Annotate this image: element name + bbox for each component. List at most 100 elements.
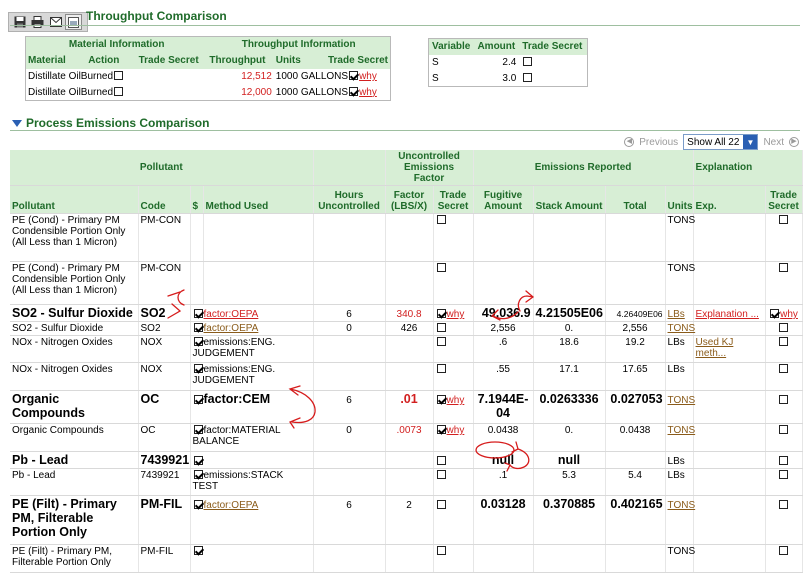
trade-secret-checkbox[interactable] bbox=[770, 309, 780, 318]
dollar-checkbox[interactable] bbox=[193, 364, 203, 373]
why-link[interactable]: why bbox=[447, 425, 465, 436]
save-icon[interactable] bbox=[11, 14, 28, 30]
print-icon[interactable] bbox=[29, 14, 46, 30]
dollar-checkbox[interactable] bbox=[193, 323, 203, 332]
units-link[interactable]: LBs bbox=[668, 309, 685, 320]
pollutant-cell: PE (Filt) - Primary PM, Filterable Porti… bbox=[10, 495, 139, 545]
dollar-checkbox[interactable] bbox=[193, 337, 203, 346]
throughput-title-text: Throughput Comparison bbox=[86, 9, 227, 23]
col-stack: Stack Amount bbox=[533, 185, 606, 214]
units-cell: 1000 GALLONS bbox=[275, 86, 349, 98]
trade-secret-checkbox[interactable] bbox=[779, 337, 789, 346]
next-button[interactable]: Next bbox=[763, 137, 784, 148]
table-row: PE (Filt) - Primary PM, Filterable Porti… bbox=[10, 544, 803, 573]
units-link[interactable]: TONS bbox=[668, 500, 696, 511]
units-link[interactable]: TONS bbox=[668, 323, 696, 334]
fugitive-cell: null bbox=[473, 451, 534, 469]
method-link[interactable]: factor:OEPA bbox=[204, 323, 259, 334]
trade-secret-checkbox[interactable] bbox=[779, 364, 789, 373]
pollutant-cell: NOx - Nitrogen Oxides bbox=[10, 362, 139, 391]
method-link[interactable]: factor:OEPA bbox=[204, 500, 259, 511]
next-arrow-icon[interactable]: ▶ bbox=[789, 137, 799, 147]
hours-cell: 6 bbox=[346, 500, 352, 511]
trade-secret-checkbox[interactable] bbox=[779, 215, 789, 224]
material-cell: Distillate Oil bbox=[28, 86, 81, 98]
dollar-checkbox[interactable] bbox=[193, 309, 203, 318]
stack-cell: 17.1 bbox=[533, 362, 606, 391]
col-trade-secret-2: Trade Secret bbox=[765, 185, 803, 214]
fugitive-cell: 2,556 bbox=[473, 321, 534, 336]
units-cell: LBs bbox=[665, 335, 694, 363]
method-link[interactable]: factor:OEPA bbox=[204, 309, 259, 320]
trade-secret-checkbox[interactable] bbox=[523, 57, 533, 66]
export-icon[interactable] bbox=[65, 14, 82, 30]
trade-secret-checkbox[interactable] bbox=[436, 215, 446, 224]
trade-secret-checkbox[interactable] bbox=[779, 323, 789, 332]
pollutant-cell: Pb - Lead bbox=[10, 451, 139, 469]
trade-secret-checkbox[interactable] bbox=[114, 71, 124, 80]
trade-secret-checkbox[interactable] bbox=[349, 71, 359, 80]
trade-secret-checkbox[interactable] bbox=[779, 425, 789, 434]
trade-secret-checkbox[interactable] bbox=[779, 263, 789, 272]
amount-cell: 2.4 bbox=[502, 57, 517, 68]
units-cell: TONS bbox=[665, 261, 695, 305]
trade-secret-checkbox[interactable] bbox=[523, 72, 533, 82]
dollar-checkbox[interactable] bbox=[193, 500, 203, 509]
trade-secret-checkbox[interactable] bbox=[779, 500, 789, 509]
emissions-title[interactable]: Process Emissions Comparison bbox=[12, 116, 209, 130]
col-trade-secret-2: Trade Secret bbox=[309, 52, 391, 69]
col-variable: Variable bbox=[428, 38, 475, 55]
units-cell: LBs bbox=[665, 362, 694, 391]
why-link[interactable]: why bbox=[447, 309, 465, 320]
collapse-triangle-icon[interactable] bbox=[12, 119, 22, 127]
trade-secret-checkbox[interactable] bbox=[436, 500, 446, 509]
trade-secret-checkbox[interactable] bbox=[349, 86, 359, 96]
method-cell: factor:CEM bbox=[203, 392, 271, 406]
explanation-link[interactable]: Used KJ meth... bbox=[696, 337, 734, 359]
fugitive-cell: 7.1944E-04 bbox=[473, 390, 534, 424]
previous-arrow-icon[interactable]: ◀ bbox=[624, 137, 635, 147]
stack-cell: 0. bbox=[533, 423, 606, 452]
table-row: Organic Compounds OC factor:CEM 6 .01 wh… bbox=[10, 390, 803, 424]
units-link[interactable]: TONS bbox=[668, 425, 696, 436]
trade-secret-checkbox[interactable] bbox=[436, 309, 446, 318]
trade-secret-checkbox[interactable] bbox=[436, 456, 446, 465]
trade-secret-checkbox[interactable] bbox=[436, 323, 446, 332]
material-cell: Distillate Oil bbox=[28, 71, 81, 82]
total-cell: 2,556 bbox=[605, 321, 666, 336]
throughput-value: 12,512 bbox=[241, 71, 272, 82]
chevron-down-icon[interactable]: ▼ bbox=[743, 135, 758, 149]
previous-button[interactable]: Previous bbox=[639, 137, 678, 148]
dollar-checkbox[interactable] bbox=[193, 395, 203, 404]
trade-secret-checkbox[interactable] bbox=[436, 425, 446, 434]
variable-cell: S bbox=[432, 57, 439, 68]
email-icon[interactable] bbox=[47, 14, 64, 30]
trade-secret-checkbox[interactable] bbox=[436, 337, 446, 346]
trade-secret-checkbox[interactable] bbox=[436, 470, 446, 479]
table-row: PE (Cond) - Primary PM Condensible Porti… bbox=[10, 213, 803, 262]
explanation-link[interactable]: Explanation ... bbox=[696, 309, 759, 320]
code-cell: 7439921 bbox=[138, 451, 191, 469]
dollar-checkbox[interactable] bbox=[193, 546, 203, 555]
trade-secret-checkbox[interactable] bbox=[436, 395, 446, 404]
trade-secret-checkbox[interactable] bbox=[436, 263, 446, 272]
trade-secret-checkbox[interactable] bbox=[779, 546, 789, 555]
trade-secret-checkbox[interactable] bbox=[436, 364, 446, 373]
show-all-select[interactable]: Show All 22 ▼ bbox=[683, 134, 759, 150]
units-link[interactable]: TONS bbox=[668, 395, 696, 406]
trade-secret-checkbox[interactable] bbox=[114, 86, 124, 96]
why-link[interactable]: why bbox=[780, 309, 798, 320]
dollar-checkbox[interactable] bbox=[193, 456, 203, 465]
hours-cell: 0 bbox=[313, 423, 386, 452]
fugitive-cell: 49,036.9 bbox=[473, 304, 534, 322]
toolbar bbox=[8, 12, 88, 32]
trade-secret-checkbox[interactable] bbox=[779, 456, 789, 465]
why-link[interactable]: why bbox=[359, 87, 377, 98]
trade-secret-checkbox[interactable] bbox=[436, 546, 446, 555]
trade-secret-checkbox[interactable] bbox=[779, 470, 789, 479]
dollar-checkbox[interactable] bbox=[193, 470, 203, 479]
why-link[interactable]: why bbox=[359, 71, 377, 82]
trade-secret-checkbox[interactable] bbox=[779, 395, 789, 404]
why-link[interactable]: why bbox=[447, 395, 465, 406]
dollar-checkbox[interactable] bbox=[193, 425, 203, 434]
